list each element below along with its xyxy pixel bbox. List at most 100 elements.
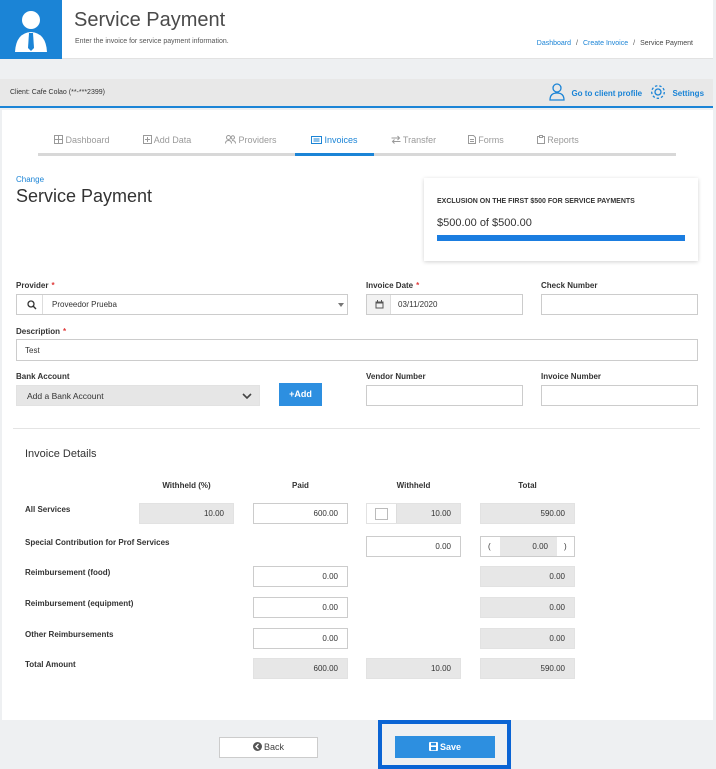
- other-reimbursements-paid-input[interactable]: 0.00: [253, 628, 348, 649]
- row-label-reimbursement-equipment: Reimbursement (equipment): [25, 599, 134, 608]
- all-services-withheld: 10.00: [366, 503, 461, 524]
- arrow-left-circle-icon: [252, 742, 262, 751]
- caret-down-icon: [338, 303, 344, 307]
- vendor-number-field[interactable]: [366, 385, 523, 406]
- client-info: Client: Cafe Colao (**-***2399): [10, 89, 105, 96]
- invoice-number-label: Invoice Number: [541, 372, 602, 381]
- invoice-date-value: 03/11/2020: [398, 300, 438, 309]
- column-total: Total: [518, 481, 537, 490]
- settings-link[interactable]: Settings: [650, 83, 704, 101]
- provider-value: Proveedor Prueba: [52, 300, 117, 309]
- users-icon: [225, 135, 237, 144]
- add-bank-account-button[interactable]: +Add: [279, 383, 322, 406]
- tab-forms[interactable]: Forms: [453, 131, 519, 153]
- tab-invoices[interactable]: Invoices: [295, 131, 374, 156]
- client-bar: Client: Cafe Colao (**-***2399) Go to cl…: [0, 79, 713, 108]
- vendor-number-label: Vendor Number: [366, 372, 426, 381]
- bank-account-label: Bank Account: [16, 372, 70, 381]
- description-field[interactable]: Test: [16, 339, 698, 361]
- client-profile-label: Go to client profile: [571, 89, 643, 98]
- client-profile-link[interactable]: Go to client profile: [549, 83, 642, 101]
- page-header: Service Payment Enter the invoice for se…: [0, 0, 713, 59]
- change-link[interactable]: Change: [16, 175, 44, 184]
- back-label: Back: [263, 742, 284, 752]
- column-paid: Paid: [292, 481, 309, 490]
- tab-label: Add Data: [153, 135, 192, 145]
- tab-label: Reports: [547, 135, 579, 145]
- special-contribution-total-value: 0.00: [500, 537, 557, 556]
- withheld-checkbox-addon[interactable]: [367, 504, 397, 523]
- floppy-disk-icon: [428, 742, 438, 751]
- exclusion-title: EXCLUSION ON THE FIRST $500 FOR SERVICE …: [437, 198, 635, 205]
- save-button[interactable]: Save: [395, 736, 495, 758]
- column-withheld-percent: Withheld (%): [162, 481, 211, 490]
- bank-account-select[interactable]: Add a Bank Account: [16, 385, 260, 406]
- tab-label: Forms: [478, 135, 504, 145]
- client-label: Client:: [10, 89, 30, 96]
- file-icon: [468, 135, 477, 144]
- all-services-withheld-value: 10.00: [430, 509, 451, 518]
- plus-square-icon: [142, 135, 152, 144]
- breadcrumb-create-invoice[interactable]: Create Invoice: [583, 40, 628, 47]
- grid-icon: [54, 135, 64, 144]
- row-label-all-services: All Services: [25, 505, 71, 514]
- tab-label: Invoices: [324, 135, 358, 145]
- tab-add-data[interactable]: Add Data: [126, 131, 208, 153]
- row-label-reimbursement-food: Reimbursement (food): [25, 568, 111, 577]
- total-amount-withheld: 10.00: [366, 658, 461, 679]
- row-label-total-amount: Total Amount: [25, 660, 76, 669]
- reimbursement-food-total: 0.00: [480, 566, 575, 587]
- reimbursement-food-paid-input[interactable]: 0.00: [253, 566, 348, 587]
- search-icon: [27, 300, 37, 310]
- total-amount-paid: 600.00: [253, 658, 348, 679]
- all-services-paid-input[interactable]: 600.00: [253, 503, 348, 524]
- paren-open: (: [488, 542, 491, 551]
- other-reimbursements-total: 0.00: [480, 628, 575, 649]
- check-number-field[interactable]: [541, 294, 698, 315]
- column-withheld: Withheld: [396, 481, 431, 490]
- breadcrumb-separator: /: [633, 40, 636, 47]
- save-label: Save: [439, 742, 462, 752]
- user-outline-icon: [549, 83, 565, 101]
- special-contribution-total: ( 0.00 ): [480, 536, 575, 557]
- calendar-addon[interactable]: [367, 295, 391, 314]
- tab-reports[interactable]: Reports: [519, 131, 597, 153]
- page-title: Service Payment: [74, 9, 226, 31]
- chevron-down-icon: [242, 393, 252, 399]
- breadcrumb-separator: /: [576, 40, 578, 47]
- reimbursement-equipment-paid-input[interactable]: 0.00: [253, 597, 348, 618]
- invoice-details-title: Invoice Details: [25, 448, 97, 460]
- breadcrumb-current: Service Payment: [640, 40, 693, 47]
- tab-transfer[interactable]: Transfer: [374, 131, 453, 153]
- special-contribution-withheld-input[interactable]: 0.00: [366, 536, 461, 557]
- invoice-date-field[interactable]: 03/11/2020: [366, 294, 523, 315]
- check-number-label: Check Number: [541, 281, 598, 290]
- tab-providers[interactable]: Providers: [208, 131, 294, 153]
- clipboard-icon: [537, 135, 546, 144]
- description-value: Test: [25, 346, 40, 355]
- total-amount-total: 590.00: [480, 658, 575, 679]
- breadcrumb-dashboard[interactable]: Dashboard: [537, 40, 571, 47]
- invoice-date-label: Invoice Date *: [366, 281, 420, 290]
- row-label-special-contribution: Special Contribution for Prof Services: [25, 538, 170, 547]
- description-label: Description *: [16, 327, 67, 336]
- all-services-withheld-percent: 10.00: [139, 503, 234, 524]
- provider-select[interactable]: Proveedor Prueba: [16, 294, 348, 315]
- settings-label: Settings: [672, 89, 705, 98]
- all-services-total: 590.00: [480, 503, 575, 524]
- tab-bar: Dashboard Add Data Providers Invoices Tr…: [38, 131, 676, 156]
- tab-dashboard[interactable]: Dashboard: [38, 131, 126, 153]
- withheld-checkbox[interactable]: [375, 508, 388, 520]
- exclusion-progress-fill: [437, 235, 685, 241]
- tab-label: Transfer: [402, 135, 437, 145]
- tab-label: Providers: [238, 135, 277, 145]
- form-title: Service Payment: [16, 186, 153, 206]
- back-button[interactable]: Back: [219, 737, 318, 758]
- gear-icon: [651, 85, 665, 99]
- client-name: Cafe Colao (**-***2399): [31, 89, 105, 96]
- invoice-number-field[interactable]: [541, 385, 698, 406]
- invoice-icon: [311, 136, 323, 144]
- tab-label: Dashboard: [65, 135, 110, 145]
- calendar-icon: [375, 300, 384, 309]
- page-subtitle: Enter the invoice for service payment in…: [75, 38, 229, 45]
